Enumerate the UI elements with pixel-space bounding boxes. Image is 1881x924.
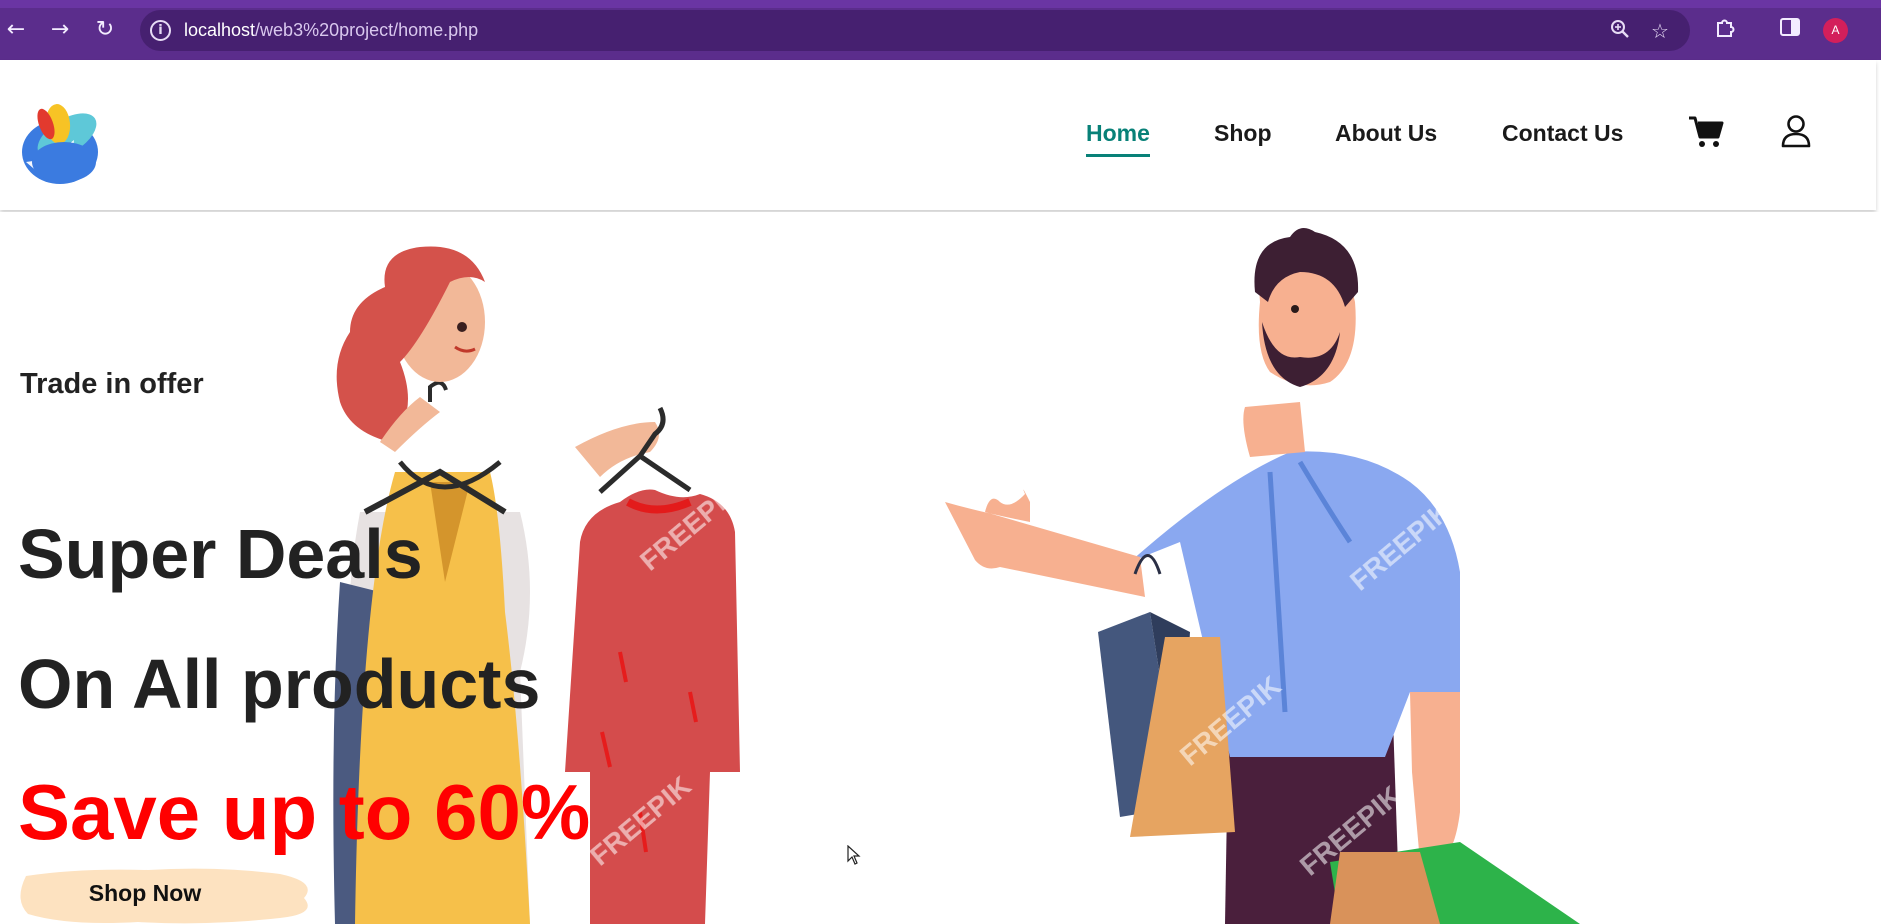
site-info-icon[interactable]: i — [150, 20, 171, 41]
address-url[interactable]: localhost/web3%20project/home.php — [184, 20, 478, 41]
hero-banner: FREEPIK FREEPIK FREEPIK FREEPIK FREEPIK … — [0, 212, 1881, 924]
user-icon[interactable] — [1780, 114, 1812, 148]
back-icon[interactable]: ← — [0, 14, 32, 46]
cart-icon[interactable] — [1688, 115, 1724, 149]
hero-headline-1: Super Deals — [18, 515, 423, 593]
nav-shop[interactable]: Shop — [1214, 120, 1272, 147]
nav-about-us[interactable]: About Us — [1335, 120, 1437, 147]
site-header: Home Shop About Us Contact Us — [0, 60, 1876, 210]
nav-home[interactable]: Home — [1086, 120, 1150, 157]
man-illustration — [945, 228, 1580, 924]
side-panel-icon[interactable] — [1776, 16, 1804, 44]
hero-eyebrow: Trade in offer — [20, 368, 204, 400]
shop-now-label: Shop Now — [88, 880, 202, 906]
browser-tab-strip — [0, 0, 1881, 8]
shop-now-button[interactable]: Shop Now — [18, 862, 318, 924]
address-bar[interactable]: i localhost/web3%20project/home.php ☆ — [140, 10, 1690, 51]
hero-headline-2: On All products — [18, 645, 541, 723]
reload-icon[interactable]: ↻ — [89, 14, 121, 46]
hero-discount: Save up to 60% — [18, 768, 591, 856]
profile-avatar[interactable]: A — [1823, 18, 1848, 43]
extensions-icon[interactable] — [1711, 16, 1739, 44]
browser-toolbar: ← → ↻ i localhost/web3%20project/home.ph… — [0, 0, 1881, 60]
logo[interactable] — [20, 102, 104, 186]
forward-icon[interactable]: → — [44, 14, 76, 46]
mouse-cursor-icon — [847, 845, 861, 865]
bookmark-star-icon[interactable]: ☆ — [1647, 18, 1673, 44]
nav-contact-us[interactable]: Contact Us — [1502, 120, 1623, 147]
zoom-icon[interactable] — [1607, 18, 1633, 44]
